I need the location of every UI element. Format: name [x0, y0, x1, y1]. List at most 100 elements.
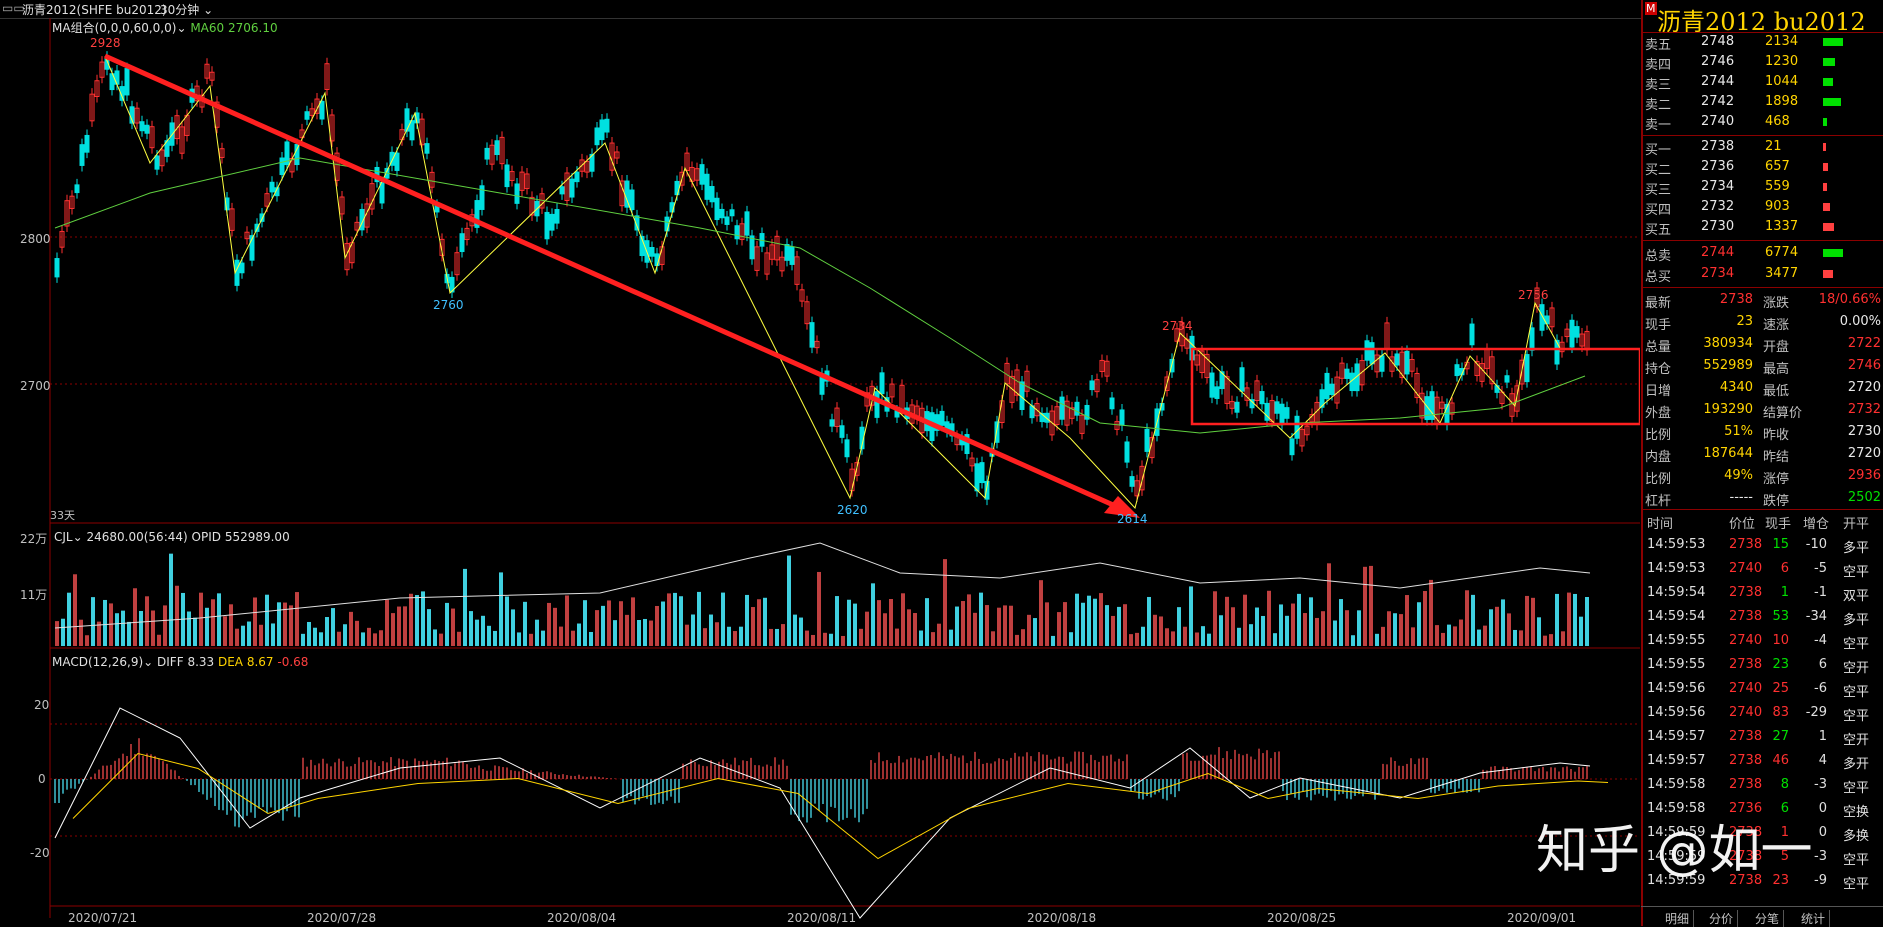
volume-bar: [229, 604, 233, 646]
ask-price: 2746: [1701, 54, 1735, 69]
kline-chart-svg[interactable]: [0, 18, 1640, 926]
tick-time: 14:59:53: [1647, 537, 1706, 552]
candle-body: [1574, 326, 1580, 338]
ask-row[interactable]: 卖五 2748 2134: [1643, 32, 1883, 53]
tick-time: 14:59:56: [1647, 681, 1706, 696]
volume-y-tick: 11万: [20, 588, 48, 602]
ask-row[interactable]: 卖四 2746 1230: [1643, 52, 1883, 73]
tab-ticks[interactable]: 分笔: [1751, 910, 1785, 927]
tick-row[interactable]: 14:59:58 2738 8 -3 空平: [1643, 773, 1883, 797]
candle-body: [1469, 323, 1475, 346]
volume-bar: [337, 631, 341, 646]
volume-bar: [1495, 606, 1499, 646]
volume-bar: [1231, 607, 1235, 646]
tick-type: 多平: [1843, 541, 1870, 556]
volume-bar: [907, 609, 911, 646]
ask-row[interactable]: 卖二 2742 1898: [1643, 92, 1883, 113]
bid-row[interactable]: 买四 2732 903: [1643, 197, 1883, 218]
volume-bar: [1039, 580, 1043, 646]
bid-row[interactable]: 买五 2730 1337: [1643, 217, 1883, 238]
tick-time: 14:59:57: [1647, 753, 1706, 768]
volume-bar: [949, 629, 953, 646]
volume-bar: [1237, 627, 1241, 646]
volume-bar: [517, 632, 521, 646]
volume-bar: [529, 633, 533, 646]
tab-price-dist[interactable]: 分价: [1705, 910, 1739, 927]
candle-body: [1279, 403, 1285, 425]
volume-bar: [925, 598, 929, 646]
candle-body: [484, 147, 490, 160]
bid-price: 2734: [1701, 179, 1735, 194]
tick-row[interactable]: 14:59:54 2738 53 -34 多平: [1643, 605, 1883, 629]
chevron-down-icon: ⌄: [143, 655, 158, 669]
chart-area[interactable]: MA组合(0,0,0,60,0,0)⌄ MA60 2706.10 2800 27…: [0, 18, 1640, 926]
volume-bar: [1165, 628, 1169, 646]
volume-bar: [391, 613, 395, 646]
candle-body: [1289, 438, 1295, 456]
tick-row[interactable]: 14:59:53 2740 6 -5 空平: [1643, 557, 1883, 581]
ask-volume: 468: [1765, 114, 1790, 129]
tick-row[interactable]: 14:59:56 2740 25 -6 空平: [1643, 677, 1883, 701]
volume-bar: [1225, 596, 1229, 646]
y-tick-2800: 2800: [20, 232, 51, 246]
volume-legend[interactable]: CJL⌄ 24680.00(56:44) OPID 552989.00: [54, 530, 290, 544]
bid-row[interactable]: 买一 2738 21: [1643, 137, 1883, 158]
volume-bar: [571, 630, 575, 646]
volume-bar: [73, 574, 77, 646]
volume-bar: [217, 593, 221, 646]
volume-bar: [379, 630, 383, 646]
stat-value: 23: [1736, 314, 1753, 329]
macd-legend[interactable]: MACD(12,26,9)⌄ DIFF 8.33 DEA 8.67 -0.68: [52, 655, 308, 669]
tick-row[interactable]: 14:59:57 2738 27 1 空开: [1643, 725, 1883, 749]
tick-row[interactable]: 14:59:54 2738 1 -1 双平: [1643, 581, 1883, 605]
candle-body: [1074, 401, 1080, 416]
stat-value: 2502: [1847, 490, 1881, 505]
tick-oi-change: 0: [1818, 825, 1827, 840]
ask-row[interactable]: 卖一 2740 468: [1643, 112, 1883, 133]
tab-details[interactable]: 明细: [1661, 910, 1695, 927]
divider: [1643, 135, 1883, 136]
bid-volume-bar: [1823, 163, 1828, 171]
bid-volume: 657: [1765, 159, 1790, 174]
volume-bar: [1423, 591, 1427, 646]
ask-row[interactable]: 卖三 2744 1044: [1643, 72, 1883, 93]
tab-stats[interactable]: 统计: [1797, 910, 1831, 927]
volume-bar: [1045, 602, 1049, 646]
volume-bar: [655, 605, 659, 646]
tick-row[interactable]: 14:59:57 2738 46 4 多开: [1643, 749, 1883, 773]
tick-row[interactable]: 14:59:55 2740 10 -4 空平: [1643, 629, 1883, 653]
tick-row[interactable]: 14:59:55 2738 23 6 空开: [1643, 653, 1883, 677]
volume-bar: [487, 625, 491, 646]
volume-bar: [607, 600, 611, 646]
tick-price: 2740: [1729, 633, 1763, 648]
volume-bar: [751, 607, 755, 646]
volume-bar: [823, 632, 827, 646]
volume-bar: [1417, 602, 1421, 646]
volume-bar: [1261, 615, 1265, 646]
annotation-low: 2760: [433, 298, 464, 312]
bid-row[interactable]: 买三 2734 559: [1643, 177, 1883, 198]
bid-row[interactable]: 买二 2736 657: [1643, 157, 1883, 178]
ask-volume-bar: [1823, 58, 1835, 66]
period-selector[interactable]: 30分钟 ⌄: [160, 1, 213, 18]
volume-bar: [1081, 602, 1085, 646]
volume-bar: [1465, 590, 1469, 646]
ma-legend[interactable]: MA组合(0,0,0,60,0,0)⌄ MA60 2706.10: [52, 19, 278, 36]
volume-bar: [1009, 605, 1013, 646]
tick-oi-change: 6: [1818, 657, 1827, 672]
candle-body: [139, 121, 145, 132]
tick-volume: 15: [1772, 537, 1789, 552]
candle-body: [789, 246, 795, 265]
bid-price: 2736: [1701, 159, 1735, 174]
stat-value: 51%: [1724, 424, 1753, 439]
stat-label: 外盘: [1645, 406, 1672, 421]
ask-volume: 1044: [1765, 74, 1799, 89]
tick-row[interactable]: 14:59:53 2738 15 -10 多平: [1643, 533, 1883, 557]
volume-bar: [679, 596, 683, 646]
volume-bar: [79, 619, 83, 646]
volume-bar: [523, 601, 527, 646]
tick-oi-change: -34: [1805, 609, 1827, 624]
opid-label: OPID: [191, 530, 221, 544]
volume-bar: [1147, 596, 1151, 646]
tick-row[interactable]: 14:59:56 2740 83 -29 空平: [1643, 701, 1883, 725]
